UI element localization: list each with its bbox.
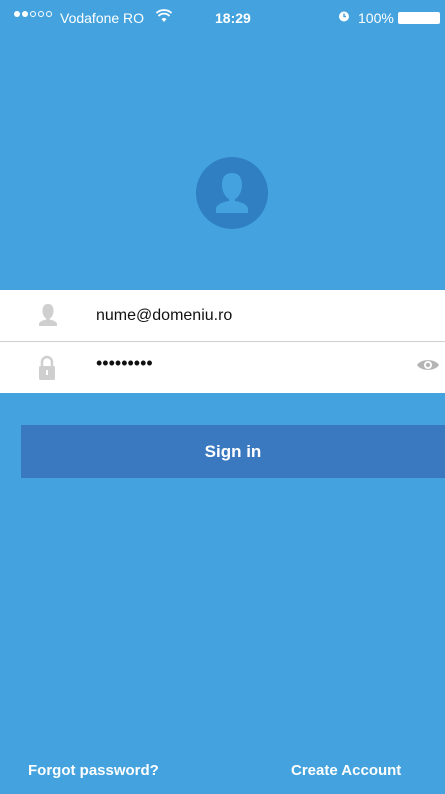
user-icon	[38, 303, 58, 332]
signal-strength-icon	[14, 11, 52, 17]
email-field[interactable]	[96, 303, 396, 329]
battery-icon	[398, 12, 440, 24]
eye-icon[interactable]	[416, 357, 440, 378]
email-row	[0, 290, 445, 342]
forgot-password-link[interactable]: Forgot password?	[28, 762, 159, 779]
battery-percentage: 100%	[358, 10, 394, 26]
carrier-name: Vodafone RO	[60, 10, 145, 26]
password-field[interactable]: •••••••••	[96, 353, 396, 379]
status-bar: Vodafone RO 18:29 100%	[0, 0, 445, 38]
wifi-icon	[155, 9, 173, 26]
login-form: •••••••••	[0, 290, 445, 393]
lock-icon	[38, 355, 56, 386]
password-row: •••••••••	[0, 342, 445, 393]
alarm-icon	[338, 10, 350, 25]
create-account-link[interactable]: Create Account	[291, 762, 401, 779]
avatar	[196, 157, 268, 229]
sign-in-button[interactable]: Sign in	[21, 425, 445, 478]
user-avatar-icon	[216, 173, 248, 213]
clock: 18:29	[215, 10, 251, 26]
